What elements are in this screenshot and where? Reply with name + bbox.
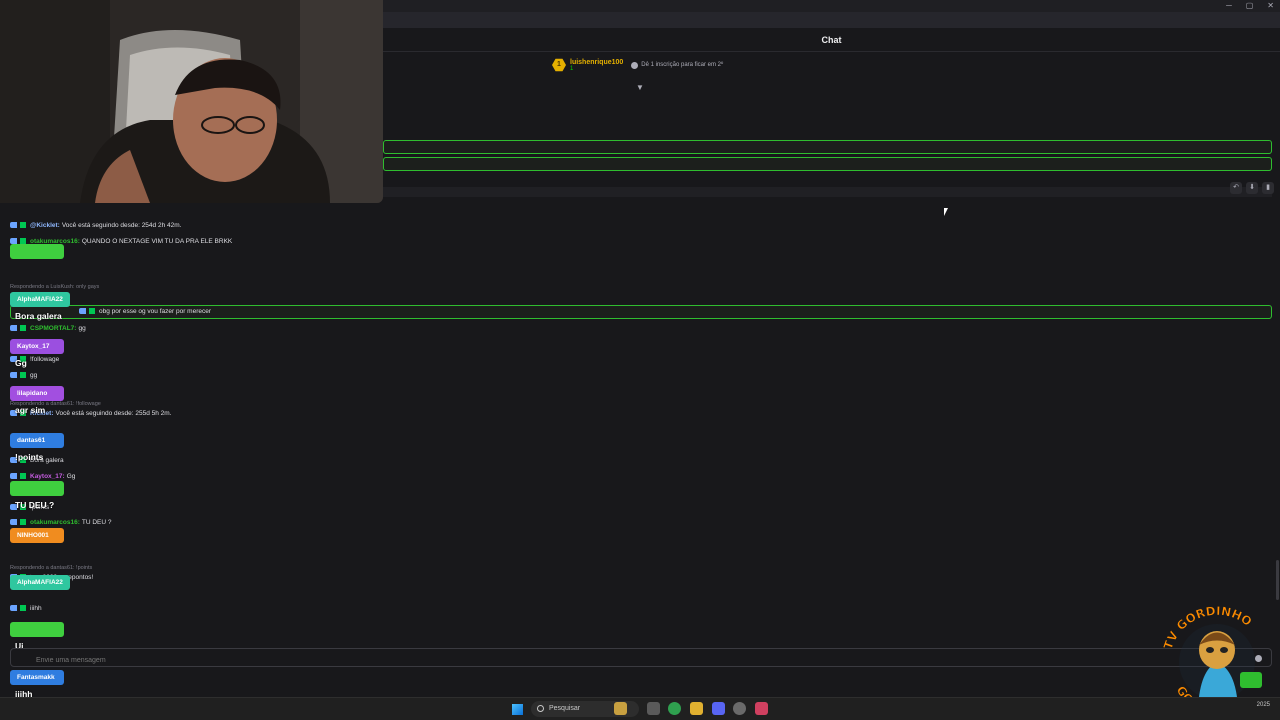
chat-message-text: TU DEU ? [81,519,112,526]
search-icon [537,705,544,712]
tray-date: 2025 [1256,702,1270,708]
user-badges-icon [10,325,28,332]
leaderboard-cta[interactable]: Dê 1 inscrição para ficar em 2º [631,61,724,69]
overlay-user-tag: dantas61 [10,433,64,448]
chat-message-text: iiihh [30,605,42,612]
chat-username[interactable]: Kaytox_17: [30,473,65,480]
discord-app-icon[interactable] [712,702,725,715]
webcam-image [0,0,383,203]
overlay-message-text: Bora galera [15,311,62,321]
overlay-message-text: agr sim [15,405,46,415]
chat-message[interactable]: gg [10,372,37,379]
overlay-user-tag: Kaytox_17 [10,339,64,354]
chat-message-text: Você está seguindo desde: 255d 5h 2m. [55,410,172,417]
overlay-user-tag: Fantasmakk [10,670,64,685]
chat-message-input[interactable] [11,652,1271,669]
chat-message-text: Respondendo a dantas61: !points [10,565,93,571]
pinned-tools: ↶ ⬇ ▮ [1230,182,1274,194]
webcam-feed [0,0,383,203]
overlay-user-tag: AlphaMAFIA22 [10,575,70,590]
overlay-user-tag: NINHO001 [10,528,64,543]
undo-icon[interactable]: ↶ [1230,182,1242,194]
maximize-button[interactable]: ▢ [1246,0,1254,12]
chat-username[interactable]: otakumarcos16: [30,519,80,526]
user-badges-icon [10,519,28,526]
overlay-user-tag: AlphaMAFIA22 [10,292,70,307]
overlay-message-text: Gg [15,358,27,368]
chat-message[interactable]: @Kicklet: Você está seguindo desde: 254d … [10,222,181,229]
close-button[interactable]: ✕ [1267,0,1274,12]
overlay-user-tag [10,481,64,496]
task-view-icon[interactable] [647,702,660,715]
chrome-app-icon[interactable] [668,702,681,715]
reply-context[interactable]: Respondendo a dantas61: !points [10,565,92,571]
widgets-app-icon[interactable] [614,702,627,715]
file-explorer-icon[interactable] [690,702,703,715]
user-badges-icon [10,473,28,480]
taskbar-search-text: Pesquisar [549,705,581,712]
cursor-icon [944,208,948,216]
window-controls: ─ ▢ ✕ [1226,0,1274,12]
chat-message[interactable]: obg por esse og vou fazer por merecer [10,305,1272,319]
pin-icon[interactable]: ⬇ [1246,182,1258,194]
overlay-user-tag [10,622,64,637]
chat-header: Chat [383,28,1280,52]
chat-username[interactable]: @Kicklet: [30,222,60,229]
pinned-highlight-bar [383,157,1272,171]
reply-context[interactable]: Respondendo a LuisKush: only gays [10,284,99,290]
overlay-message-text: TU DEU ? [15,500,55,510]
chat-input-box[interactable] [10,648,1272,669]
windows-start-icon[interactable] [512,704,523,715]
pinned-app-icon[interactable] [755,702,768,715]
user-badges-icon [10,222,28,229]
chat-message-text: QUANDO O NEXTAGE VIM TU DA PRA ELE BRKK [81,238,233,245]
collapse-icon[interactable]: ▼ [636,84,644,92]
obs-app-icon[interactable] [733,702,746,715]
chat-message-text: Você está seguindo desde: 254d 2h 42m. [61,222,182,229]
chat-message[interactable]: otakumarcos16: TU DEU ? [10,519,111,526]
chat-message[interactable]: Kaytox_17: Gg [10,473,75,480]
browser-tab-strip [383,12,1280,28]
screen: ─ ▢ ✕ Chat 1 luishenrique100 1 Dê 1 insc… [0,0,1280,720]
chat-username[interactable]: CSPMORTAL7: [30,325,76,332]
system-tray[interactable]: 2025 [1257,702,1270,709]
windows-taskbar: Pesquisar 2025 [0,697,1280,720]
chat-message-text: Gg [66,473,76,480]
leaderboard-cta-text: Dê 1 inscrição para ficar em 2º [641,62,724,68]
user-badges-icon [10,605,28,612]
chat-message-text: Respondendo a LuisKush: only gays [10,284,100,290]
trash-icon[interactable]: ▮ [1262,182,1274,194]
overlay-user-tag: lilapidano [10,386,64,401]
minimize-button[interactable]: ─ [1226,0,1232,12]
leader-username[interactable]: luishenrique100 [570,59,623,66]
chat-scrollbar[interactable] [1276,560,1279,600]
pinned-highlight-bar [383,140,1272,154]
overlay-message-text: !points [15,452,44,462]
chat-message[interactable]: iiihh [10,605,42,612]
chat-message-text: !followage [30,356,60,363]
chat-message-text: gg [30,372,38,379]
chat-message-text: obg por esse og vou fazer por merecer [99,308,212,315]
overlay-user-tag [10,244,64,259]
user-badges-icon [79,308,97,315]
gift-leaderboard[interactable]: 1 luishenrique100 1 Dê 1 inscrição para … [552,58,723,72]
leader-gift-count: 1 [570,65,574,72]
leader-info: luishenrique100 1 [570,59,623,72]
chat-message[interactable]: CSPMORTAL7: gg [10,325,86,332]
pinned-message-strip [383,187,1272,197]
chat-message-text: gg [78,325,86,332]
rank-badge: 1 [552,58,566,72]
user-badges-icon [10,372,28,379]
info-icon [631,61,639,69]
